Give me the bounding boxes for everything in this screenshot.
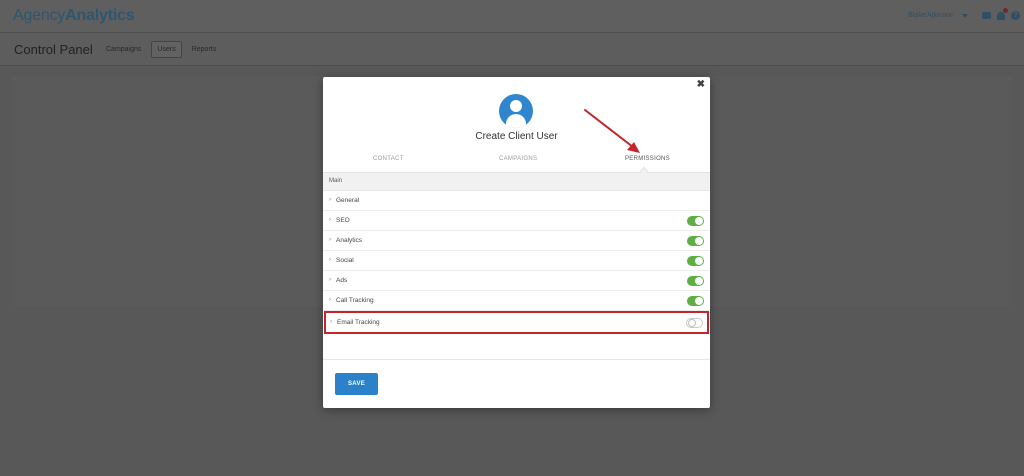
logo-part-agency: Agency (13, 7, 66, 24)
toggle-knob (695, 237, 703, 245)
permission-label: SEO (336, 217, 350, 224)
chevron-down-icon[interactable] (962, 13, 968, 18)
top-right-controls: Blake Atkinson ? (908, 7, 1020, 20)
notification-badge (1003, 7, 1008, 13)
permission-row-email-tracking[interactable]: › Email Tracking (324, 311, 709, 334)
permission-row-ads[interactable]: › Ads (323, 271, 710, 291)
ads-toggle[interactable] (687, 276, 704, 286)
seo-toggle[interactable] (687, 216, 704, 226)
toggle-knob (695, 217, 703, 225)
footer-divider (323, 359, 710, 360)
nav-tab-users[interactable]: Users (151, 41, 182, 58)
toggle-knob (695, 257, 703, 265)
permission-row-general[interactable]: › General (323, 191, 710, 211)
permission-label: Social (336, 257, 354, 264)
chevron-right-icon: › (329, 217, 331, 223)
toggle-knob (695, 297, 703, 305)
permission-row-seo[interactable]: › SEO (323, 211, 710, 231)
tab-permissions[interactable]: PERMISSIONS (625, 156, 670, 162)
chevron-right-icon: › (329, 297, 331, 303)
modal-title: Create Client User (475, 131, 558, 142)
toggle-knob (695, 277, 703, 285)
create-client-user-modal: ✖ Create Client User CONTACT CAMPAIGNS P… (323, 77, 710, 408)
chevron-right-icon: › (329, 257, 331, 263)
permission-label: Ads (336, 277, 348, 284)
permission-label: Call Tracking (336, 297, 374, 304)
app: AgencyAnalytics Blake Atkinson ? Control… (0, 0, 1024, 476)
email-tracking-toggle[interactable] (686, 318, 703, 328)
logo-part-analytics: Analytics (65, 7, 135, 24)
chevron-right-icon: › (329, 197, 331, 203)
chat-icon[interactable] (982, 12, 991, 19)
help-icon[interactable]: ? (1011, 11, 1020, 20)
call-tracking-toggle[interactable] (687, 296, 704, 306)
user-menu-name[interactable]: Blake Atkinson (908, 12, 954, 19)
nav-tab-reports[interactable]: Reports (186, 41, 223, 58)
social-toggle[interactable] (687, 256, 704, 266)
close-icon[interactable]: ✖ (697, 80, 705, 90)
chevron-right-icon: › (330, 319, 332, 325)
tab-contact[interactable]: CONTACT (373, 156, 404, 162)
permission-label: General (336, 197, 360, 204)
top-header: AgencyAnalytics Blake Atkinson ? (0, 0, 1024, 33)
page-title: Control Panel (14, 42, 93, 57)
sub-header: Control Panel Campaigns Users Reports (0, 33, 1024, 66)
section-header-main: Main (323, 173, 710, 191)
modal-tabs: CONTACT CAMPAIGNS PERMISSIONS (323, 151, 710, 176)
nav-tab-campaigns[interactable]: Campaigns (100, 41, 147, 58)
permission-row-call-tracking[interactable]: › Call Tracking (323, 291, 710, 311)
chevron-right-icon: › (329, 277, 331, 283)
logo[interactable]: AgencyAnalytics (13, 7, 135, 25)
tab-campaigns[interactable]: CAMPAIGNS (499, 156, 537, 162)
toggle-knob (688, 319, 696, 327)
permission-label: Analytics (336, 237, 363, 244)
avatar-head (510, 100, 522, 112)
section-header-label: Main (329, 178, 343, 184)
permission-row-analytics[interactable]: › Analytics (323, 231, 710, 251)
main-nav: Campaigns Users Reports (100, 41, 222, 58)
avatar-body (506, 114, 526, 128)
chevron-right-icon: › (329, 237, 331, 243)
save-button[interactable]: SAVE (335, 373, 378, 395)
permission-label: Email Tracking (337, 319, 380, 326)
analytics-toggle[interactable] (687, 236, 704, 246)
bell-icon[interactable] (997, 7, 1008, 20)
permission-row-social[interactable]: › Social (323, 251, 710, 271)
permissions-list: › General › SEO › Analytics › Social › A… (323, 191, 710, 334)
user-avatar-icon (499, 94, 533, 128)
